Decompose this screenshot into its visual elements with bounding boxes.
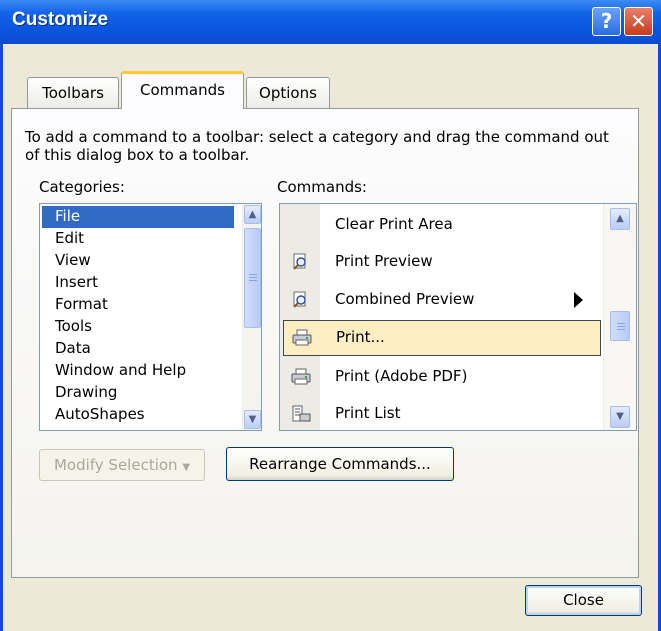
chevron-up-icon: ▲: [616, 213, 624, 224]
list-item[interactable]: Tools: [42, 316, 234, 338]
command-label: Print...: [336, 328, 385, 346]
printer-icon: [291, 368, 311, 385]
command-item-print-adobe-pdf[interactable]: Print (Adobe PDF): [280, 359, 602, 395]
command-item-clear-print-area[interactable]: Clear Print Area: [280, 207, 602, 243]
window-title: Customize: [12, 9, 109, 30]
command-label: Print List: [335, 404, 401, 422]
scroll-down-button[interactable]: ▼: [610, 406, 630, 428]
command-item-combined-preview[interactable]: Combined Preview: [280, 282, 602, 318]
categories-listbox[interactable]: File Edit View Insert Format Tools Data …: [39, 203, 262, 431]
categories-scrollbar[interactable]: ▲ ▼: [242, 204, 261, 430]
submenu-arrow-icon: [574, 292, 583, 308]
command-item-print[interactable]: Print...: [283, 320, 601, 356]
rearrange-commands-button[interactable]: Rearrange Commands...: [226, 447, 454, 481]
close-icon: ✕: [630, 9, 647, 33]
dropdown-arrow-icon: ▼: [182, 462, 191, 473]
tab-commands[interactable]: Commands: [121, 71, 244, 109]
button-label: Modify Selection: [53, 456, 178, 474]
close-window-button[interactable]: ✕: [624, 7, 653, 36]
scroll-down-button[interactable]: ▼: [244, 410, 261, 429]
scroll-up-button[interactable]: ▲: [244, 205, 261, 224]
button-label: Close: [563, 591, 604, 609]
commands-label: Commands:: [277, 178, 367, 196]
button-label: Rearrange Commands...: [249, 455, 431, 473]
scroll-thumb[interactable]: [244, 228, 261, 328]
customize-dialog: Customize ? ✕ Toolbars Commands Options …: [0, 0, 661, 631]
list-item[interactable]: Data: [42, 338, 234, 360]
chevron-down-icon: ▼: [248, 414, 257, 425]
help-icon: ?: [600, 9, 613, 33]
print-preview-icon: [293, 253, 306, 270]
list-item[interactable]: Insert: [42, 272, 234, 294]
command-item-print-list[interactable]: Print List: [280, 396, 602, 430]
help-button[interactable]: ?: [592, 7, 621, 36]
tab-label: Commands: [140, 81, 225, 99]
print-list-icon: [292, 405, 311, 422]
instructions-text: To add a command to a toolbar: select a …: [25, 128, 609, 164]
command-label: Clear Print Area: [335, 215, 453, 233]
list-item[interactable]: AutoShapes: [42, 404, 234, 426]
list-item[interactable]: Window and Help: [42, 360, 234, 382]
scroll-up-button[interactable]: ▲: [610, 208, 630, 230]
list-item[interactable]: Edit: [42, 228, 234, 250]
title-bar[interactable]: Customize ? ✕: [0, 0, 661, 44]
command-label: Print Preview: [335, 252, 433, 270]
command-label: Combined Preview: [335, 290, 475, 308]
tab-label: Options: [259, 84, 317, 102]
chevron-down-icon: ▼: [616, 411, 624, 422]
tab-options[interactable]: Options: [246, 77, 330, 109]
list-item[interactable]: Format: [42, 294, 234, 316]
categories-label: Categories:: [39, 178, 125, 196]
combined-preview-icon: [293, 291, 306, 308]
list-item[interactable]: File: [42, 206, 234, 228]
printer-icon: [292, 329, 312, 346]
command-label: Print (Adobe PDF): [335, 367, 468, 385]
tab-toolbars[interactable]: Toolbars: [27, 77, 119, 109]
command-item-print-preview[interactable]: Print Preview: [280, 244, 602, 280]
commands-scrollbar[interactable]: ▲ ▼: [603, 204, 636, 430]
list-item[interactable]: Drawing: [42, 382, 234, 404]
close-button[interactable]: Close: [525, 585, 642, 616]
modify-selection-button[interactable]: Modify Selection ▼: [39, 449, 205, 481]
chevron-up-icon: ▲: [248, 209, 257, 220]
scroll-thumb[interactable]: [610, 311, 630, 341]
list-item[interactable]: View: [42, 250, 234, 272]
tab-label: Toolbars: [42, 84, 104, 102]
commands-listbox[interactable]: Clear Print Area Print Preview Combined …: [279, 203, 637, 431]
